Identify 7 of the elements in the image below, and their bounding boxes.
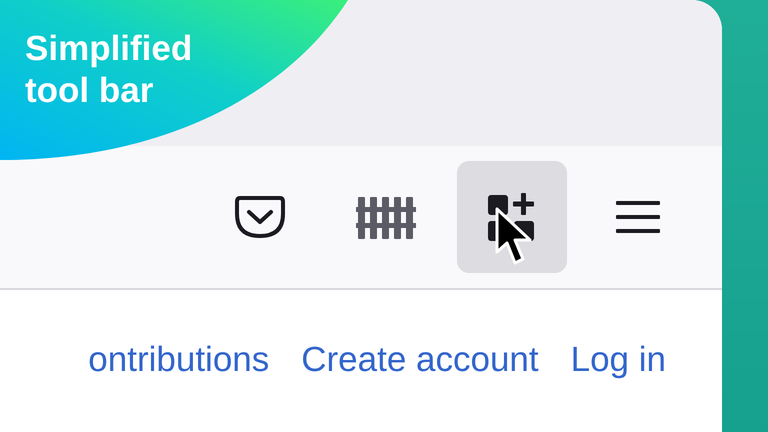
pocket-icon — [234, 194, 286, 240]
toolbar-button[interactable] — [457, 161, 567, 273]
page-link[interactable]: Create account — [301, 342, 539, 376]
menu-icon — [616, 200, 660, 234]
page-link[interactable]: Log in — [570, 342, 666, 376]
page-link[interactable]: ontributions — [88, 342, 270, 376]
badge-text: Simplified tool bar — [25, 28, 194, 112]
